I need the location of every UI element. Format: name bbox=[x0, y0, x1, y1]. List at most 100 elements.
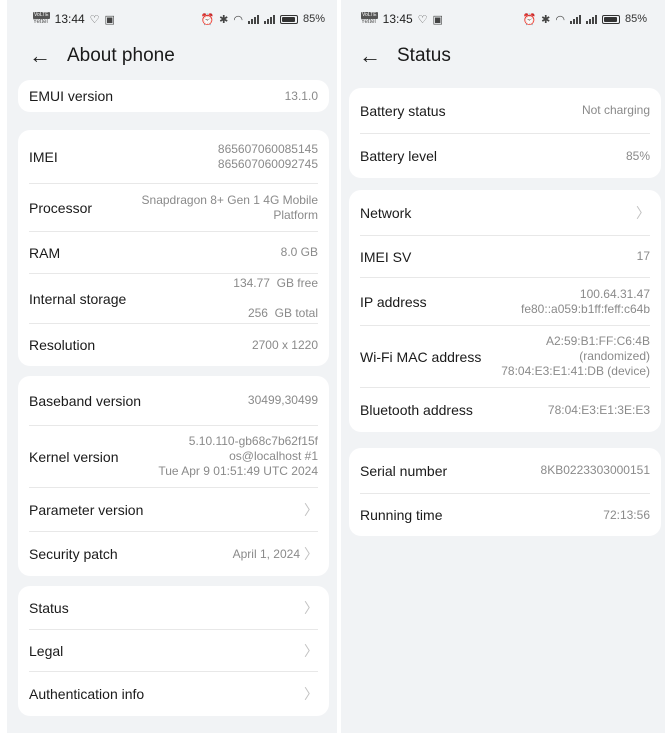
network-label: Network bbox=[360, 204, 412, 221]
kernel-line-3: Tue Apr 9 01:51:49 UTC 2024 bbox=[158, 464, 318, 478]
storage-free: 134.77 GB free bbox=[233, 276, 318, 290]
signal-icon-2 bbox=[263, 14, 275, 24]
baseband-value: 30499,30499 bbox=[247, 393, 318, 407]
imei-label: IMEI bbox=[29, 148, 58, 165]
carrier-info: VoLTE Yettel bbox=[361, 12, 378, 26]
imei-value: 865607060085145 865607060092745 bbox=[218, 142, 318, 172]
status-bar: VoLTE Yettel 13:44 ♡ ▣ ⏰ ✱ ◠ 85% bbox=[7, 0, 337, 38]
alarm-icon: ⏰ bbox=[200, 13, 215, 26]
clock: 13:44 bbox=[54, 12, 85, 26]
imei-1: 865607060085145 bbox=[217, 141, 318, 156]
kernel-label: Kernel version bbox=[29, 448, 119, 465]
carrier-name: Yettel bbox=[361, 19, 376, 25]
legal-row[interactable]: Legal 〉 bbox=[29, 630, 318, 672]
page-title: Status bbox=[397, 45, 451, 66]
auth-info-row[interactable]: Authentication info 〉 bbox=[29, 672, 318, 716]
battery-status-value: Not charging bbox=[581, 103, 650, 117]
kernel-line-1: 5.10.110-gb68c7b62f15f bbox=[188, 434, 318, 448]
device-id-card: Serial number 8KB0223303000151 Running t… bbox=[349, 448, 661, 536]
imei-sv-value: 17 bbox=[636, 249, 650, 263]
wifi-icon: ◠ bbox=[555, 13, 565, 26]
processor-line-2: Platform bbox=[273, 207, 318, 222]
volte-badge: VoLTE bbox=[33, 12, 50, 19]
signal-icon-2 bbox=[585, 14, 597, 24]
kernel-value: 5.10.110-gb68c7b62f15f os@localhost #1 T… bbox=[158, 434, 318, 479]
security-value-wrap: April 1, 2024 〉 bbox=[233, 544, 318, 564]
storage-total: 256 GB total bbox=[247, 306, 318, 320]
imei-sv-label: IMEI SV bbox=[360, 248, 412, 265]
status-screen: VoLTE Yettel 13:45 ♡ ▣ ⏰ ✱ ◠ 85% ← Statu… bbox=[341, 0, 665, 733]
network-row[interactable]: Network 〉 bbox=[360, 190, 650, 236]
signal-icon bbox=[247, 14, 259, 24]
emui-label: EMUI version bbox=[29, 88, 114, 104]
emui-card: EMUI version 13.1.0 bbox=[18, 80, 329, 112]
processor-row: Processor Snapdragon 8+ Gen 1 4G Mobile … bbox=[29, 184, 318, 232]
battery-status-label: Battery status bbox=[360, 102, 446, 119]
back-arrow-icon[interactable]: ← bbox=[359, 45, 381, 67]
status-link-label: Status bbox=[29, 599, 69, 616]
running-label: Running time bbox=[360, 507, 443, 523]
header: ← About phone bbox=[7, 38, 337, 74]
chevron-right-icon: 〉 bbox=[304, 501, 318, 518]
emui-value: 13.1.0 bbox=[284, 88, 318, 103]
alarm-icon: ⏰ bbox=[522, 13, 537, 26]
battery-card: Battery status Not charging Battery leve… bbox=[349, 88, 661, 178]
storage-row: Internal storage 134.77 GB free 256 GB t… bbox=[29, 274, 318, 324]
resolution-label: Resolution bbox=[29, 337, 96, 353]
clock: 13:45 bbox=[382, 12, 413, 26]
processor-line-1: Snapdragon 8+ Gen 1 4G Mobile bbox=[141, 192, 318, 207]
chevron-right-icon: 〉 bbox=[304, 599, 318, 616]
parameter-label: Parameter version bbox=[29, 501, 144, 518]
bluetooth-icon: ✱ bbox=[541, 13, 551, 26]
parameter-version-row[interactable]: Parameter version 〉 bbox=[29, 488, 318, 532]
imei-sv-row: IMEI SV 17 bbox=[360, 236, 650, 278]
resolution-value: 2700 x 1220 bbox=[251, 337, 318, 352]
battery-icon bbox=[601, 14, 620, 24]
header: ← Status bbox=[341, 38, 665, 74]
baseband-label: Baseband version bbox=[29, 392, 142, 409]
back-arrow-icon[interactable]: ← bbox=[29, 45, 51, 67]
carrier-info: VoLTE Yettel bbox=[33, 12, 50, 26]
battery-level-row: Battery level 85% bbox=[360, 134, 650, 178]
ip-value: 100.64.31.47 fe80::a059:b1ff:feff:c64b bbox=[521, 287, 650, 317]
bluetooth-label: Bluetooth address bbox=[360, 402, 473, 418]
nfc-icon: ▣ bbox=[432, 13, 443, 26]
security-label: Security patch bbox=[29, 546, 118, 562]
ram-value: 8.0 GB bbox=[280, 245, 318, 259]
battery-level-label: Battery level bbox=[360, 148, 438, 164]
serial-value: 8KB0223303000151 bbox=[540, 463, 650, 477]
security-patch-row[interactable]: Security patch April 1, 2024 〉 bbox=[29, 532, 318, 576]
storage-label: Internal storage bbox=[29, 290, 127, 307]
page-title: About phone bbox=[67, 45, 175, 66]
battery-percent: 85% bbox=[624, 13, 647, 25]
emui-row: EMUI version 13.1.0 bbox=[29, 80, 318, 112]
ip-v4: 100.64.31.47 bbox=[579, 286, 650, 301]
running-time-row: Running time 72:13:56 bbox=[360, 494, 650, 536]
about-phone-screen: VoLTE Yettel 13:44 ♡ ▣ ⏰ ✱ ◠ 85% ← About… bbox=[7, 0, 337, 733]
storage-value: 134.77 GB free 256 GB total bbox=[207, 261, 318, 336]
ram-label: RAM bbox=[29, 244, 61, 261]
baseband-row: Baseband version 30499,30499 bbox=[29, 376, 318, 426]
ip-address-row: IP address 100.64.31.47 fe80::a059:b1ff:… bbox=[360, 278, 650, 326]
wifi-icon: ◠ bbox=[233, 13, 243, 26]
processor-label: Processor bbox=[29, 199, 93, 216]
serial-label: Serial number bbox=[360, 462, 448, 479]
chevron-right-icon: 〉 bbox=[304, 546, 318, 562]
kernel-row: Kernel version 5.10.110-gb68c7b62f15f os… bbox=[29, 426, 318, 488]
battery-icon bbox=[279, 14, 298, 24]
wifi-mac-line-2: (randomized) bbox=[579, 349, 650, 363]
signal-icon bbox=[569, 14, 581, 24]
running-value: 72:13:56 bbox=[603, 507, 650, 522]
chevron-right-icon: 〉 bbox=[636, 204, 650, 221]
heart-icon: ♡ bbox=[417, 13, 428, 26]
processor-value: Snapdragon 8+ Gen 1 4G Mobile Platform bbox=[142, 193, 318, 223]
network-card: Network 〉 IMEI SV 17 IP address 100.64.3… bbox=[349, 190, 661, 432]
status-link-row[interactable]: Status 〉 bbox=[29, 586, 318, 630]
wifi-mac-line-1: A2:59:B1:FF:C6:4B bbox=[545, 334, 650, 348]
links-card: Status 〉 Legal 〉 Authentication info 〉 bbox=[18, 586, 329, 716]
kernel-line-2: os@localhost #1 bbox=[229, 449, 318, 463]
status-bar: VoLTE Yettel 13:45 ♡ ▣ ⏰ ✱ ◠ 85% bbox=[341, 0, 665, 38]
battery-level-value: 85% bbox=[625, 148, 650, 163]
bluetooth-value: 78:04:E3:E1:3E:E3 bbox=[547, 402, 650, 417]
bluetooth-icon: ✱ bbox=[219, 13, 229, 26]
